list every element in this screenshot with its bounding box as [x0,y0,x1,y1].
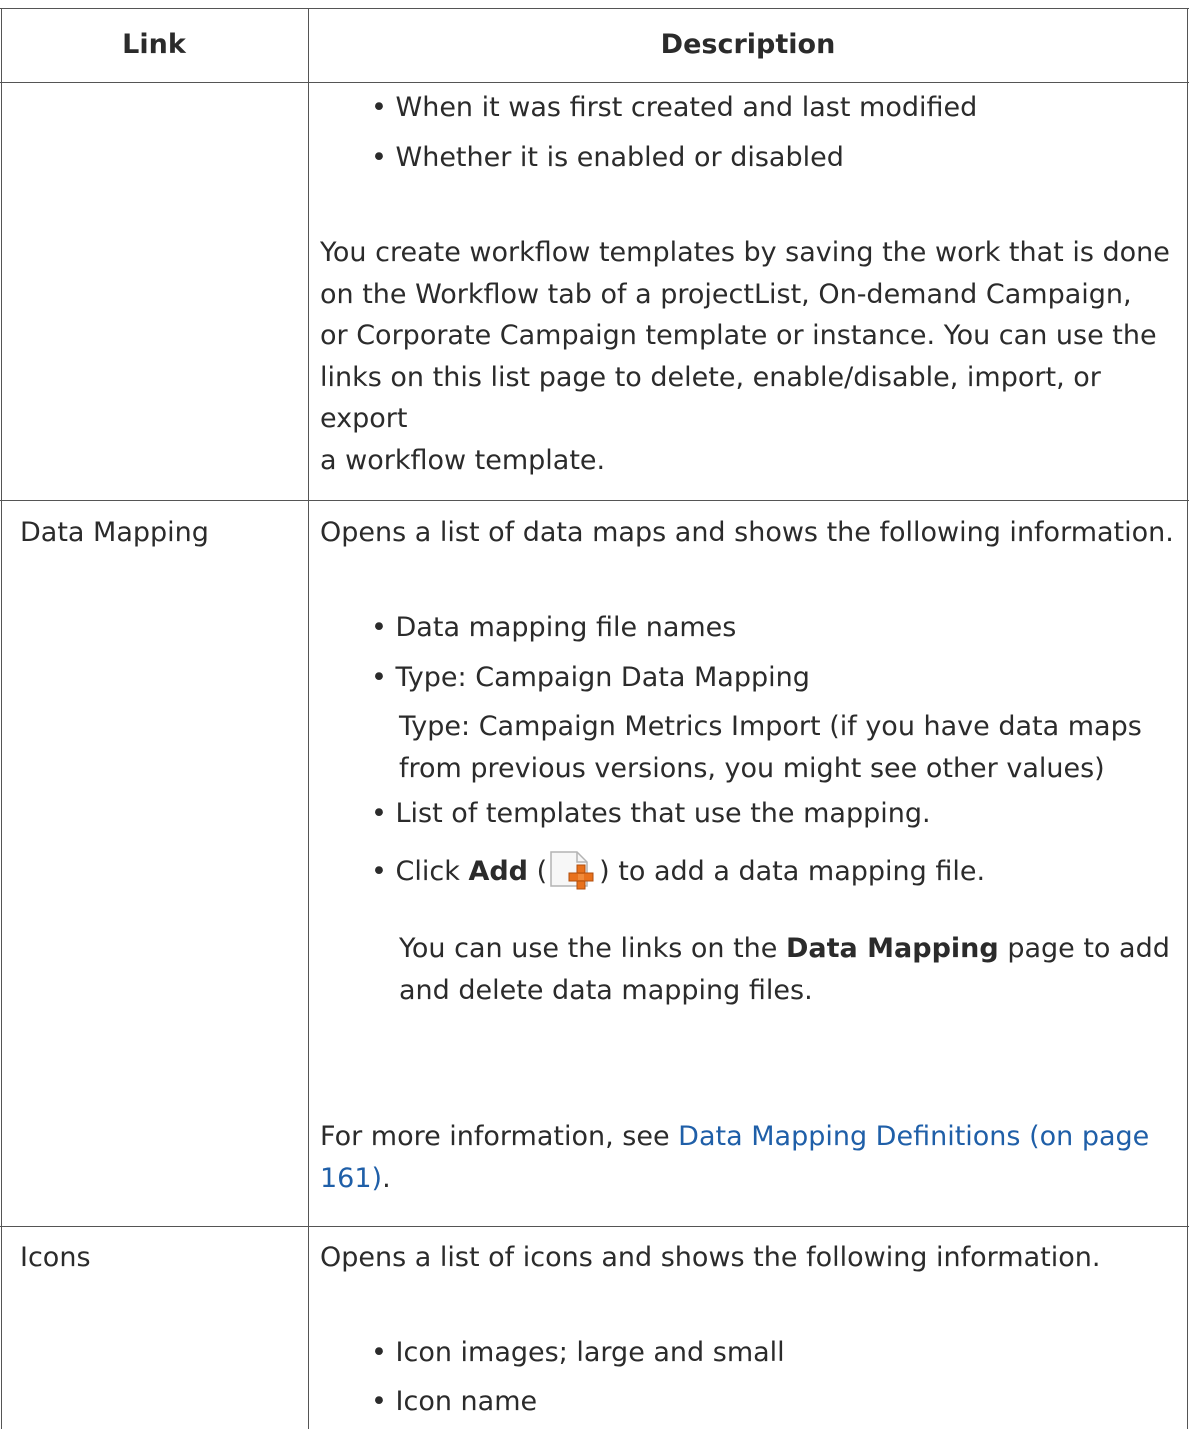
table-border-left [1,8,2,1429]
table-border-right [1187,8,1188,1429]
data-mapping-definitions-link[interactable]: Data Mapping Definitions (on page [678,1121,1149,1152]
add-document-icon [547,850,599,890]
more-info-paragraph: For more information, see Data Mapping D… [320,1121,1150,1194]
column-header-description: Description [660,29,836,60]
row-divider [0,500,1189,501]
list-item-note: You can use the links on the Data Mappin… [399,933,1170,1006]
row-link-icons: Icons [20,1242,91,1273]
list-item: • List of templates that use the mapping… [371,798,931,829]
list-item: • When it was first created and last mod… [371,92,978,123]
header-divider [0,82,1189,83]
list-item-note: Type: Campaign Metrics Import (if you ha… [399,711,1142,784]
list-item: • Type: Campaign Data Mapping [371,662,810,693]
list-item: • Icon images; large and small [371,1337,785,1368]
data-mapping-definitions-link-page[interactable]: 161) [320,1163,382,1194]
list-item: • Whether it is enabled or disabled [371,142,844,173]
definition-table: Link Description • When it was first cre… [0,0,1189,1429]
list-item: • Data mapping file names [371,612,737,643]
description-intro: Opens a list of icons and shows the foll… [320,1242,1101,1273]
table-border-top [0,8,1189,9]
table-column-divider [308,8,309,1429]
description-intro: Opens a list of data maps and shows the … [320,517,1174,548]
row-link-data-mapping: Data Mapping [20,517,209,548]
list-item: • Click Add ( ) to add a data mapping fi… [371,850,985,892]
column-header-link: Link [122,29,186,60]
list-item: • Icon name [371,1386,538,1417]
row-divider [0,1226,1189,1227]
description-paragraph: You create workflow templates by saving … [320,237,1170,476]
